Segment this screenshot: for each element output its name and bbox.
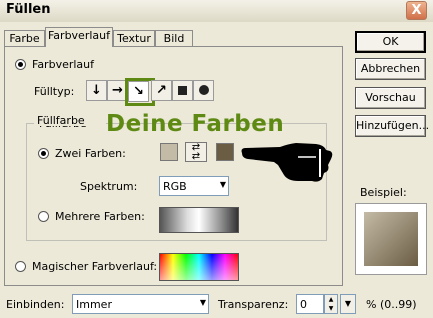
arrow-down-icon[interactable]: ↓ [86, 80, 107, 101]
einbinden-value: Immer [76, 298, 112, 311]
abbrechen-button[interactable]: Abbrechen [355, 58, 426, 80]
mehrere-farben-radio[interactable] [38, 211, 49, 222]
beispiel-label: Beispiel: [360, 186, 407, 199]
transparenz-label: Transparenz: [218, 298, 289, 311]
hinzufuegen-button[interactable]: Hinzufügen... [355, 115, 429, 137]
chevron-down-icon: ▼ [219, 180, 226, 189]
farbverlauf-radio[interactable] [15, 59, 26, 70]
beispiel-preview [355, 203, 427, 275]
chevron-down-icon: ▼ [199, 298, 206, 307]
deine-farben-annotation: Deine Farben [106, 111, 285, 137]
tab-textur[interactable]: Textur [113, 30, 155, 46]
swap-colors-icon[interactable]: ⇄ ⇄ [185, 142, 207, 162]
mehrere-farben-label: Mehrere Farben: [55, 210, 145, 223]
fuellfarbe-label-text: Füllfarbe [37, 114, 85, 127]
transparenz-range: % (0..99) [366, 298, 417, 311]
spektrum-select[interactable]: RGB ▼ [159, 176, 229, 196]
circle-icon[interactable] [193, 80, 214, 101]
fuelltyp-label: Fülltyp: [34, 85, 75, 98]
square-icon[interactable] [172, 80, 193, 101]
transparenz-input[interactable]: 0 [296, 294, 324, 314]
ok-button[interactable]: OK [355, 31, 426, 53]
arrow-up-right-icon[interactable]: ↗ [151, 80, 172, 101]
einbinden-label: Einbinden: [6, 298, 65, 311]
zwei-farben-label: Zwei Farben: [55, 147, 126, 160]
tab-farbverlauf[interactable]: Farbverlauf [45, 27, 113, 47]
window-title: Füllen [6, 2, 51, 17]
spektrum-value: RGB [163, 180, 187, 193]
close-button[interactable]: X [406, 1, 427, 20]
pointing-hand-icon [241, 143, 333, 182]
magisch-gradient[interactable] [159, 253, 239, 281]
farbverlauf-label: Farbverlauf [32, 58, 95, 71]
color2-swatch[interactable] [216, 143, 234, 161]
tab-farbe[interactable]: Farbe [4, 30, 45, 46]
einbinden-select[interactable]: Immer ▼ [72, 294, 209, 314]
color1-swatch[interactable] [160, 143, 178, 161]
tab-bild[interactable]: Bild [155, 30, 193, 46]
transparenz-spinner[interactable]: ▲ ▼ [324, 294, 338, 314]
zwei-farben-radio[interactable] [38, 148, 49, 159]
vorschau-button[interactable]: Vorschau [355, 87, 426, 109]
spektrum-label: Spektrum: [80, 180, 138, 193]
title-bar: Füllen X [0, 0, 433, 22]
preview-gradient [364, 212, 418, 266]
magisch-label: Magischer Farbverlauf: [32, 260, 158, 273]
magisch-radio[interactable] [15, 261, 26, 272]
group-label-bg: Füllfarbe [34, 114, 106, 127]
mehrere-farben-gradient[interactable] [159, 207, 239, 233]
transparenz-value: 0 [300, 298, 307, 311]
transparenz-dropdown[interactable]: ▼ [340, 294, 356, 314]
